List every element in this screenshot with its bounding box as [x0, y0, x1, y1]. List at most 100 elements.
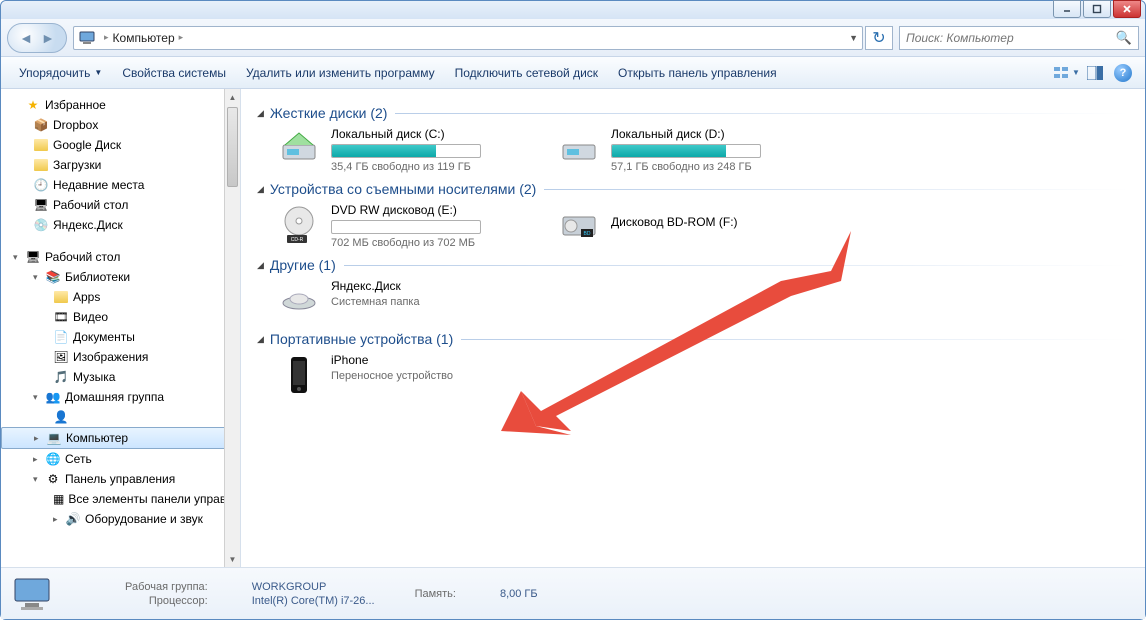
hdd-icon	[277, 127, 321, 171]
phone-icon	[277, 353, 321, 397]
maximize-button[interactable]	[1083, 0, 1111, 18]
capacity-bar	[331, 144, 481, 158]
sidebar-library-music[interactable]: 🎵Музыка	[1, 367, 240, 387]
drive-free-text: 702 МБ свободно из 702 МБ	[331, 237, 527, 249]
hardware-icon: 🔊	[65, 511, 81, 527]
sidebar-item-desktop-fav[interactable]: 🖥Рабочий стол	[1, 195, 240, 215]
drive-c[interactable]: Локальный диск (C:) 35,4 ГБ свободно из …	[277, 127, 527, 173]
collapse-icon: ◢	[257, 260, 264, 271]
section-other[interactable]: ◢ Другие (1)	[257, 257, 1129, 273]
drive-dvd-e[interactable]: CD-R DVD RW дисковод (E:) 702 МБ свободн…	[277, 203, 527, 249]
sidebar-homegroup[interactable]: ▾👥Домашняя группа	[1, 387, 240, 407]
drive-label: Локальный диск (C:)	[331, 127, 527, 141]
bdrom-icon: BD	[557, 203, 601, 247]
help-icon: ?	[1114, 64, 1132, 82]
minimize-button[interactable]	[1053, 0, 1081, 18]
ufo-icon	[277, 279, 321, 323]
sidebar-cp-hardware[interactable]: ▸🔊Оборудование и звук	[1, 509, 240, 529]
open-control-panel-button[interactable]: Открыть панель управления	[608, 62, 787, 84]
capacity-bar	[611, 144, 761, 158]
sidebar-item-downloads[interactable]: Загрузки	[1, 155, 240, 175]
sidebar-item-google-drive[interactable]: Google Диск	[1, 135, 240, 155]
user-icon: 👤	[53, 409, 69, 425]
sidebar: ★ Избранное 📦Dropbox Google Диск Загрузк…	[1, 89, 241, 567]
toolbar: Упорядочить ▼ Свойства системы Удалить и…	[1, 57, 1145, 89]
svg-text:CD-R: CD-R	[291, 237, 304, 243]
sidebar-cp-all[interactable]: ▦Все элементы панели управле	[1, 489, 240, 509]
refresh-button[interactable]: ↻	[865, 26, 893, 50]
chevron-down-icon[interactable]: ▼	[849, 33, 858, 43]
collapse-icon: ◢	[257, 108, 264, 119]
workgroup-value: WORKGROUP	[252, 581, 375, 593]
computer-icon	[11, 573, 53, 615]
navbar: ◄ ► ▸ Компьютер ▸ ▼ ↻ 🔍	[1, 19, 1145, 57]
desktop-icon: 🖥	[33, 197, 49, 213]
item-yandex-disk[interactable]: Яндекс.Диск Системная папка	[277, 279, 527, 323]
item-sub: Переносное устройство	[331, 370, 527, 382]
document-icon: 📄	[53, 329, 69, 345]
sidebar-library-documents[interactable]: 📄Документы	[1, 327, 240, 347]
drive-label: Локальный диск (D:)	[611, 127, 807, 141]
sidebar-computer[interactable]: ▸💻Компьютер	[1, 427, 240, 449]
item-sub: Системная папка	[331, 296, 527, 308]
control-panel-icon: ▦	[53, 491, 64, 507]
video-icon: 🎞	[53, 309, 69, 325]
main-content: ◢ Жесткие диски (2) Локальный диск (C:) …	[241, 89, 1145, 567]
search-box[interactable]: 🔍	[899, 26, 1139, 50]
uninstall-program-button[interactable]: Удалить или изменить программу	[236, 62, 445, 84]
hdd-icon	[557, 127, 601, 171]
scroll-down-icon[interactable]: ▼	[225, 551, 240, 567]
drive-label: DVD RW дисковод (E:)	[331, 203, 527, 217]
search-input[interactable]	[906, 31, 1116, 45]
drive-d[interactable]: Локальный диск (D:) 57,1 ГБ свободно из …	[557, 127, 807, 173]
sidebar-item-recent[interactable]: 🕘Недавние места	[1, 175, 240, 195]
view-options-button[interactable]: ▼	[1053, 62, 1081, 84]
drive-bdrom-f[interactable]: BD Дисковод BD-ROM (F:)	[557, 203, 807, 249]
sidebar-favorites[interactable]: ★ Избранное	[1, 95, 240, 115]
section-portable[interactable]: ◢ Портативные устройства (1)	[257, 331, 1129, 347]
collapse-icon: ◢	[257, 184, 264, 195]
sidebar-item-dropbox[interactable]: 📦Dropbox	[1, 115, 240, 135]
folder-icon	[33, 137, 49, 153]
sidebar-library-apps[interactable]: Apps	[1, 287, 240, 307]
homegroup-icon: 👥	[45, 389, 61, 405]
desktop-icon: 🖥	[25, 249, 41, 265]
titlebar	[1, 1, 1145, 19]
nav-back-forward[interactable]: ◄ ►	[7, 23, 67, 53]
sidebar-libraries[interactable]: ▾📚Библиотеки	[1, 267, 240, 287]
sidebar-item-yandex-disk[interactable]: 💿Яндекс.Диск	[1, 215, 240, 235]
map-network-drive-button[interactable]: Подключить сетевой диск	[445, 62, 608, 84]
svg-text:BD: BD	[584, 231, 591, 237]
section-hard-drives[interactable]: ◢ Жесткие диски (2)	[257, 105, 1129, 121]
sidebar-network[interactable]: ▸🌐Сеть	[1, 449, 240, 469]
scroll-up-icon[interactable]: ▲	[225, 89, 240, 105]
scroll-thumb[interactable]	[227, 107, 238, 187]
breadcrumb-item[interactable]: Компьютер	[113, 31, 175, 45]
system-properties-button[interactable]: Свойства системы	[112, 62, 236, 84]
chevron-down-icon: ▼	[94, 68, 102, 77]
star-icon: ★	[25, 97, 41, 113]
item-label: iPhone	[331, 353, 527, 367]
sidebar-control-panel[interactable]: ▾⚙Панель управления	[1, 469, 240, 489]
sidebar-homegroup-user[interactable]: 👤	[1, 407, 240, 427]
sidebar-library-video[interactable]: 🎞Видео	[1, 307, 240, 327]
item-label: Яндекс.Диск	[331, 279, 527, 293]
sidebar-scrollbar[interactable]: ▲ ▼	[224, 89, 240, 567]
workgroup-label: Рабочая группа:	[125, 581, 212, 593]
forward-icon: ►	[41, 30, 55, 46]
help-button[interactable]: ?	[1109, 62, 1137, 84]
preview-pane-button[interactable]	[1081, 62, 1109, 84]
recent-icon: 🕘	[33, 177, 49, 193]
organize-menu[interactable]: Упорядочить ▼	[9, 62, 112, 84]
item-iphone[interactable]: iPhone Переносное устройство	[277, 353, 527, 397]
section-removable[interactable]: ◢ Устройства со съемными носителями (2)	[257, 181, 1129, 197]
close-button[interactable]	[1113, 0, 1141, 18]
back-icon: ◄	[19, 30, 33, 46]
sidebar-desktop[interactable]: ▾🖥Рабочий стол	[1, 247, 240, 267]
computer-icon: 💻	[46, 430, 62, 446]
sidebar-library-images[interactable]: 🖼Изображения	[1, 347, 240, 367]
drive-label: Дисковод BD-ROM (F:)	[611, 215, 807, 229]
breadcrumb[interactable]: ▸ Компьютер ▸ ▼	[73, 26, 863, 50]
cpu-value: Intel(R) Core(TM) i7-26...	[252, 595, 375, 607]
capacity-bar	[331, 220, 481, 234]
